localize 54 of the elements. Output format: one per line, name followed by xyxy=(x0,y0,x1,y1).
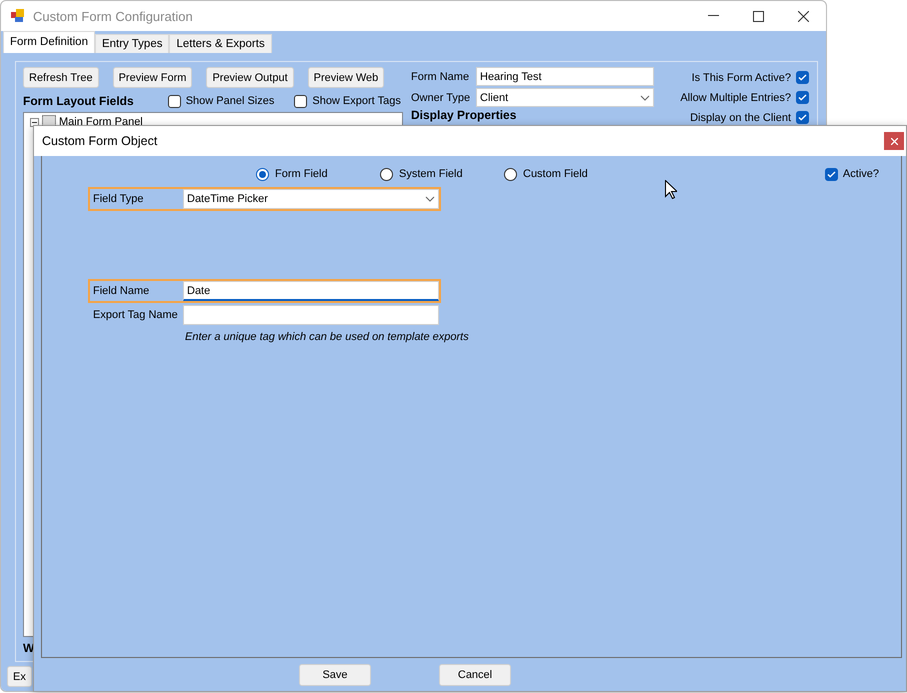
checkbox-label: Show Panel Sizes xyxy=(186,95,274,107)
owner-type-dropdown[interactable]: Client xyxy=(476,88,654,107)
checkbox[interactable] xyxy=(796,111,809,124)
checkbox[interactable] xyxy=(824,168,838,180)
toolbar-button[interactable]: Preview Web xyxy=(308,67,384,88)
close-icon[interactable] xyxy=(798,10,809,22)
tree-item[interactable]: Main Form Panel xyxy=(59,116,143,128)
checkbox-label: Show Export Tags xyxy=(312,95,401,107)
tab[interactable]: Letters & Exports xyxy=(169,34,272,53)
checkbox[interactable] xyxy=(168,94,181,108)
field-name-field[interactable]: Date xyxy=(183,281,439,301)
maximize-icon[interactable] xyxy=(753,10,764,22)
radio-label: Custom Field xyxy=(523,168,588,180)
close-button[interactable] xyxy=(884,132,904,150)
dialog-title: Custom Form Object xyxy=(42,134,158,148)
checkbox-label: Allow Multiple Entries? xyxy=(680,92,791,104)
export-tag-field[interactable] xyxy=(183,305,439,325)
help-text: Enter a unique tag which can be used on template exports xyxy=(185,331,469,343)
chevron-down-icon xyxy=(425,196,435,202)
toolbar-button[interactable]: Preview Form xyxy=(112,67,192,88)
checkbox-label: Display on the Client xyxy=(690,112,791,124)
field-label: Field Name xyxy=(92,285,150,297)
collapse-icon[interactable] xyxy=(30,118,39,126)
minimize-icon[interactable] xyxy=(708,15,719,17)
field-label: Form Name xyxy=(411,70,470,82)
radio-label: System Field xyxy=(399,168,463,180)
toolbar-button[interactable]: Preview Output xyxy=(206,67,294,88)
field-label: Owner Type xyxy=(411,92,472,104)
radio-label: Form Field xyxy=(275,168,328,180)
app-icon xyxy=(11,9,25,23)
checkbox[interactable] xyxy=(294,94,308,108)
form-name-field[interactable]: Hearing Test xyxy=(476,67,654,86)
close-icon xyxy=(890,138,898,144)
radio-button[interactable] xyxy=(256,168,269,180)
field-label: Export Tag Name xyxy=(92,309,179,321)
window-title: Custom Form Configuration xyxy=(33,8,193,24)
checkbox-label: Is This Form Active? xyxy=(692,72,791,84)
tab[interactable]: Entry Types xyxy=(94,34,170,53)
chevron-down-icon xyxy=(640,94,650,100)
window-button[interactable]: Ex xyxy=(7,666,32,687)
dialog-button[interactable]: Save xyxy=(299,664,371,686)
radio-button[interactable] xyxy=(380,168,393,180)
section-heading: Form Layout Fields xyxy=(23,94,134,108)
field-type-dropdown[interactable]: DateTime Picker xyxy=(183,189,439,209)
checkbox-label: Active? xyxy=(842,168,879,180)
radio-button[interactable] xyxy=(504,168,517,180)
checkbox[interactable] xyxy=(796,71,809,84)
toolbar-button[interactable]: Refresh Tree xyxy=(23,67,99,88)
tab[interactable]: Form Definition xyxy=(3,31,95,53)
field-label: Field Type xyxy=(92,193,145,205)
cursor-icon xyxy=(665,180,677,199)
dialog-button[interactable]: Cancel xyxy=(439,664,511,686)
section-heading: Display Properties xyxy=(411,109,516,122)
checkbox[interactable] xyxy=(796,91,809,104)
